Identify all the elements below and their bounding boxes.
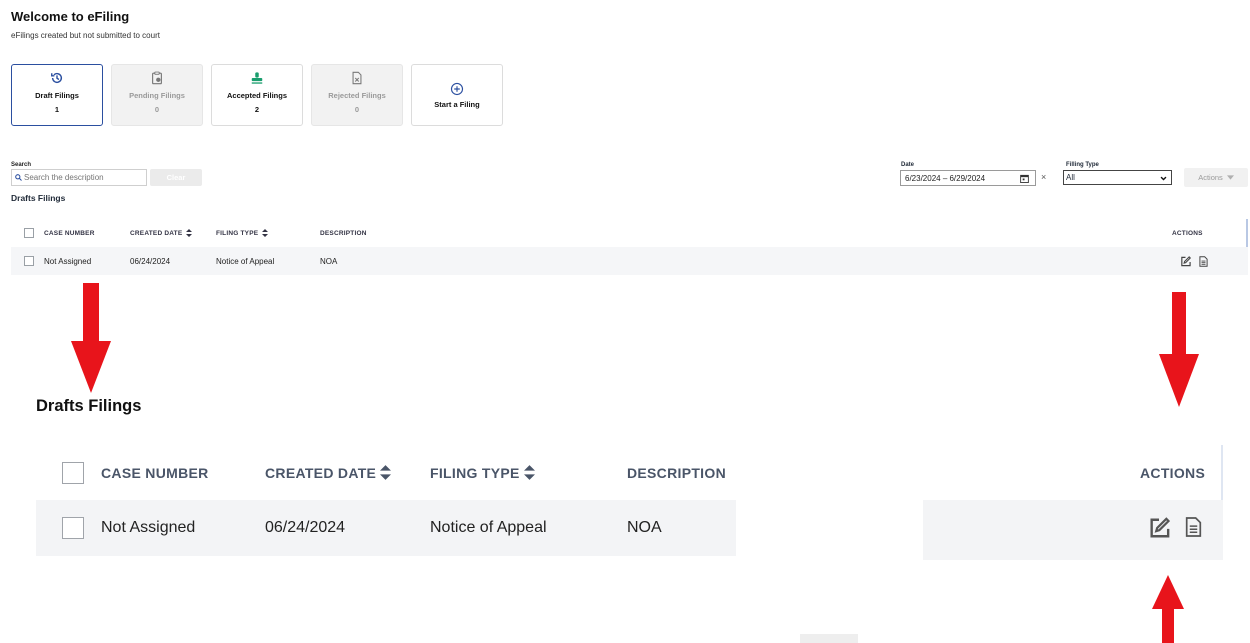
sort-icon[interactable] xyxy=(523,465,535,480)
zoomed-select-all-checkbox[interactable] xyxy=(62,461,84,484)
cell-case-number: Not Assigned xyxy=(44,256,92,266)
col-case-number[interactable]: CASE NUMBER xyxy=(44,230,130,237)
filing-type-value: All xyxy=(1066,173,1075,182)
sort-icon[interactable] xyxy=(262,229,269,237)
document-x-icon xyxy=(352,71,362,85)
zoomed-row-actions xyxy=(923,500,1223,560)
card-count: 2 xyxy=(254,105,260,114)
card-count: 0 xyxy=(154,105,160,114)
card-label: Accepted Filings xyxy=(226,91,287,100)
row-checkbox[interactable] xyxy=(24,256,34,266)
table-row: Not Assigned 06/24/2024 Notice of Appeal… xyxy=(11,247,1248,275)
zoomed-cell-description: NOA xyxy=(627,519,662,536)
cell-filing-type: Notice of Appeal xyxy=(216,256,275,266)
search-label: Search xyxy=(11,162,32,168)
cell-description: NOA xyxy=(320,256,338,266)
card-start-filing[interactable]: Start a Filing xyxy=(411,64,503,126)
zoomed-col-filing-type-label: FILING TYPE xyxy=(430,464,520,481)
date-clear-icon[interactable]: × xyxy=(1041,172,1046,182)
page-title: Welcome to eFiling xyxy=(11,9,130,24)
edit-icon[interactable] xyxy=(1180,255,1191,267)
search-input[interactable] xyxy=(24,173,144,182)
edit-icon[interactable] xyxy=(1148,517,1170,539)
history-icon xyxy=(51,72,63,84)
col-description: DESCRIPTION xyxy=(320,229,367,237)
card-accepted-filings[interactable]: Accepted Filings 2 xyxy=(211,64,303,126)
col-created-date-label: CREATED DATE xyxy=(130,229,183,237)
card-rejected-filings[interactable]: Rejected Filings 0 xyxy=(311,64,403,126)
up-arrow-annotation xyxy=(1152,575,1184,643)
filing-status-cards: Draft Filings 1 Pending Filings 0 Accept… xyxy=(11,64,503,126)
sort-icon[interactable] xyxy=(186,229,193,237)
sort-icon[interactable] xyxy=(380,465,392,480)
col-actions: ACTIONS xyxy=(1172,229,1203,237)
date-range-input[interactable]: 6/23/2024 – 6/29/2024 xyxy=(900,170,1036,186)
col-created-date[interactable]: CREATED DATE xyxy=(130,229,216,237)
date-range-value: 6/23/2024 – 6/29/2024 xyxy=(905,173,986,183)
zoomed-section-title: Drafts Filings xyxy=(36,397,142,415)
stamp-icon xyxy=(251,72,263,84)
col-filing-type[interactable]: FILING TYPE xyxy=(216,229,320,237)
plus-circle-icon xyxy=(450,82,464,95)
zoomed-cell-filing-type: Notice of Appeal xyxy=(430,519,547,536)
actions-label: Actions xyxy=(1198,173,1223,182)
card-label: Draft Filings xyxy=(35,91,79,100)
select-all-checkbox[interactable] xyxy=(24,228,34,238)
zoomed-col-description: DESCRIPTION xyxy=(627,464,726,481)
clear-button[interactable]: Clear xyxy=(150,169,202,186)
page-subtitle: eFilings created but not submitted to co… xyxy=(11,31,160,40)
card-count: 1 xyxy=(54,105,60,114)
chevron-down-icon xyxy=(1160,176,1167,181)
zoomed-col-case-number[interactable]: CASE NUMBER xyxy=(101,465,265,481)
filing-type-label: Filling Type xyxy=(1066,162,1099,168)
zoomed-table-row: Not Assigned 06/24/2024 Notice of Appeal… xyxy=(36,500,736,556)
zoomed-cell-created-date: 06/24/2024 xyxy=(265,519,346,536)
zoomed-cell-case-number: Not Assigned xyxy=(101,519,196,536)
table-header: CASE NUMBER CREATED DATE FILING TYPE DES… xyxy=(11,219,1248,247)
card-pending-filings[interactable]: Pending Filings 0 xyxy=(111,64,203,126)
actions-dropdown-button[interactable]: Actions xyxy=(1184,168,1248,187)
section-title: Drafts Filings xyxy=(11,193,66,203)
calendar-icon[interactable] xyxy=(1020,174,1029,183)
col-filing-type-label: FILING TYPE xyxy=(216,229,259,237)
zoomed-row-checkbox[interactable] xyxy=(62,517,84,539)
clipboard-clock-icon xyxy=(152,71,162,85)
document-icon[interactable] xyxy=(1185,516,1202,538)
document-icon[interactable] xyxy=(1199,255,1208,267)
zoomed-col-actions: ACTIONS xyxy=(1140,464,1206,481)
card-label: Pending Filings xyxy=(129,91,185,100)
date-label: Date xyxy=(901,162,915,168)
card-label: Rejected Filings xyxy=(328,91,386,100)
search-box xyxy=(11,169,147,186)
card-count: 0 xyxy=(354,105,360,114)
zoomed-table-header: CASE NUMBER CREATED DATE FILING TYPE DES… xyxy=(36,445,1223,500)
down-arrow-annotation xyxy=(71,283,111,393)
drafts-table: CASE NUMBER CREATED DATE FILING TYPE DES… xyxy=(11,219,1248,275)
caret-down-icon xyxy=(1226,175,1234,180)
cell-created-date: 06/24/2024 xyxy=(130,256,171,266)
bottom-tab-fragment xyxy=(800,634,858,643)
down-arrow-annotation xyxy=(1159,292,1199,407)
search-icon xyxy=(15,174,22,181)
zoomed-drafts-table: CASE NUMBER CREATED DATE FILING TYPE DES… xyxy=(36,445,1223,560)
zoomed-col-created-date-label: CREATED DATE xyxy=(265,464,377,481)
zoomed-col-filing-type[interactable]: FILING TYPE xyxy=(430,465,627,481)
filing-type-select[interactable]: All xyxy=(1063,170,1172,185)
card-draft-filings[interactable]: Draft Filings 1 xyxy=(11,64,103,126)
card-label: Start a Filing xyxy=(434,99,480,109)
zoomed-col-created-date[interactable]: CREATED DATE xyxy=(265,465,430,481)
